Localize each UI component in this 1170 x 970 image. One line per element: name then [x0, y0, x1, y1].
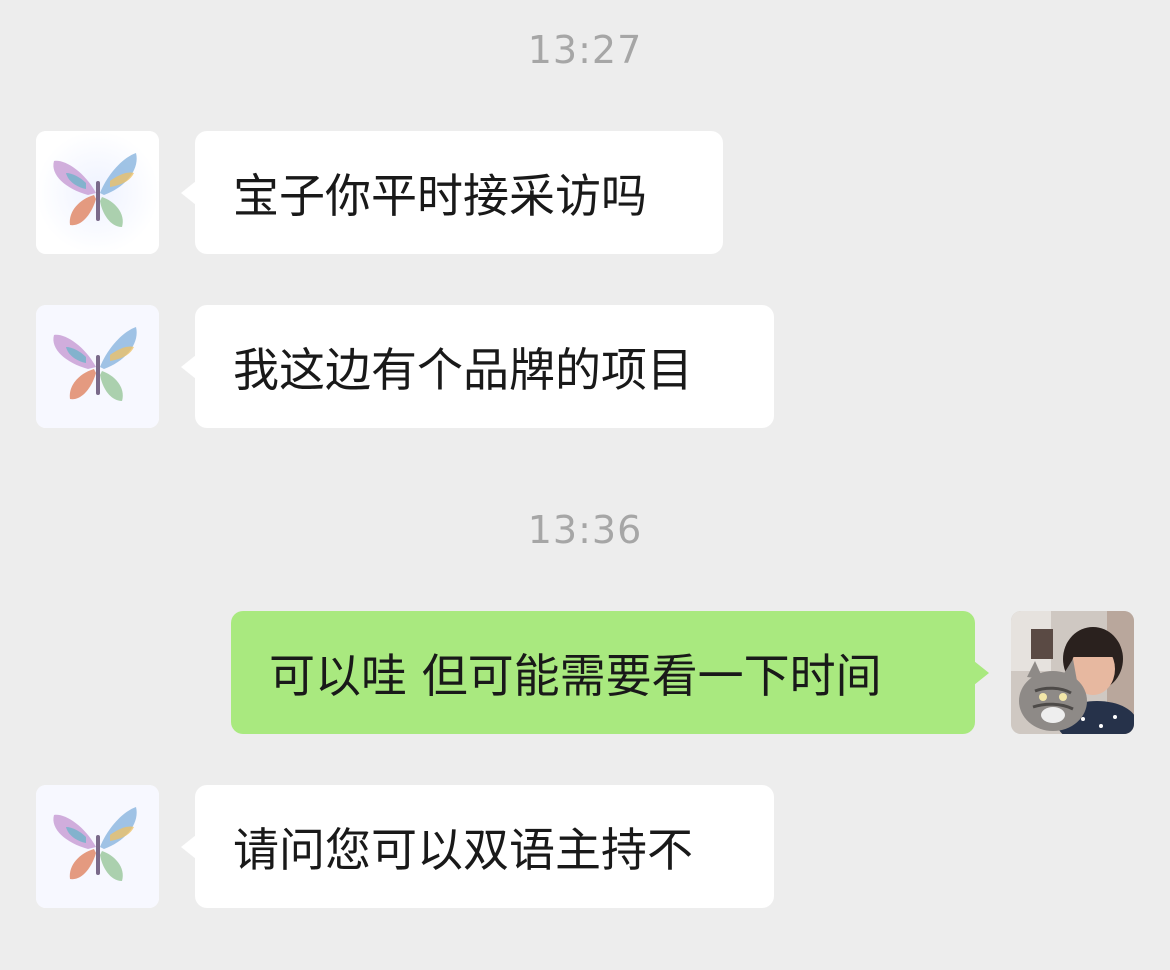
message-row-incoming: 请问您可以双语主持不: [0, 785, 1170, 908]
butterfly-avatar-icon: [36, 785, 159, 908]
contact-avatar[interactable]: [36, 131, 159, 254]
message-bubble-incoming[interactable]: 宝子你平时接采访吗: [181, 131, 723, 254]
butterfly-avatar-icon: [36, 305, 159, 428]
chat-window: 13:27 宝子你平时接采访吗 我这边有个品牌的项目 13:36 可以哇 但可能…: [0, 0, 1170, 970]
contact-avatar[interactable]: [36, 305, 159, 428]
message-bubble-outgoing[interactable]: 可以哇 但可能需要看一下时间: [231, 611, 989, 734]
user-cat-photo-avatar-icon: [1011, 611, 1134, 734]
message-text: 可以哇 但可能需要看一下时间: [269, 648, 882, 703]
message-text: 宝子你平时接采访吗: [233, 168, 647, 223]
contact-avatar[interactable]: [36, 785, 159, 908]
message-row-incoming: 我这边有个品牌的项目: [0, 305, 1170, 428]
message-bubble-incoming[interactable]: 请问您可以双语主持不: [181, 785, 774, 908]
message-text: 请问您可以双语主持不: [233, 822, 693, 877]
timestamp: 13:27: [527, 28, 643, 72]
message-row-outgoing: 可以哇 但可能需要看一下时间: [0, 611, 1170, 734]
timestamp: 13:36: [527, 508, 643, 552]
message-bubble-incoming[interactable]: 我这边有个品牌的项目: [181, 305, 774, 428]
user-avatar[interactable]: [1011, 611, 1134, 734]
butterfly-avatar-icon: [36, 131, 159, 254]
message-row-incoming: 宝子你平时接采访吗: [0, 131, 1170, 254]
message-text: 我这边有个品牌的项目: [233, 342, 693, 397]
